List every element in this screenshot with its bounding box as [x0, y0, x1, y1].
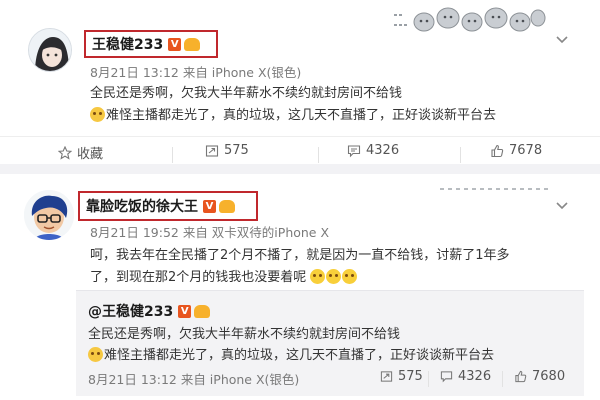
repost-text-line: 难怪主播都走光了，真的垃圾，这几天不直播了，正好谈谈新平台去 [104, 348, 495, 363]
post-text-line-with-emoji: 难怪主播都走光了，真的垃圾，这几天不直播了，正好谈谈新平台去 [90, 104, 496, 123]
username[interactable]: 王稳健233 [92, 34, 163, 54]
post-meta: 8月21日 13:12 来自 iPhone X(银色) [90, 65, 302, 80]
emoji-laugh-icon [326, 269, 342, 284]
repost-text-line: 全民还是秀啊，欠我大半年薪水不续约就封房间不给钱 [88, 327, 401, 342]
divider [428, 371, 429, 387]
post-card: 王稳健233 V 8月21日 13:12 来自 iPhone X(银色) 全民还… [0, 0, 600, 170]
username[interactable]: 靠脸吃饭的徐大王 [86, 196, 198, 216]
favorite-label: 收藏 [77, 147, 104, 162]
post-text-line-with-emoji: 了，到现在那2个月的钱我也没要着呢 [90, 266, 358, 285]
divider [318, 147, 319, 163]
repost-username[interactable]: @王稳健233 [88, 301, 173, 321]
divider [460, 147, 461, 163]
avatar[interactable] [28, 28, 72, 72]
divider [502, 371, 503, 387]
post-text-line: 了，到现在那2个月的钱我也没要着呢 [90, 270, 307, 285]
level-badge-icon [184, 37, 201, 51]
emoji-laugh-icon [310, 269, 326, 284]
verified-badge: V [168, 37, 182, 51]
level-badge-icon [194, 304, 211, 318]
more-chevron-icon[interactable] [555, 196, 569, 210]
repost-text-line-with-emoji: 难怪主播都走光了，真的垃圾，这几天不直播了，正好谈谈新平台去 [88, 344, 494, 363]
favorite-star-icon [58, 145, 72, 160]
like-button[interactable]: 7680 [514, 369, 565, 384]
comment-button[interactable]: 4326 [440, 369, 491, 384]
like-count: 7680 [532, 369, 566, 384]
post-meta: 8月21日 19:52 来自 双卡双待的iPhone X [90, 225, 330, 240]
reposted-post[interactable]: @王稳健233 V 全民还是秀啊，欠我大半年薪水不续约就封房间不给钱 难怪主播都… [76, 290, 584, 396]
divider [172, 147, 173, 163]
like-thumb-icon [515, 370, 527, 383]
header-decoration [440, 178, 552, 190]
weibo-screenshot: 王稳健233 V 8月21日 13:12 来自 iPhone X(银色) 全民还… [0, 0, 600, 400]
emoji-sad-icon [90, 107, 105, 122]
action-bar: 收藏 575 4326 7678 [0, 136, 600, 163]
emoji-sad-icon [88, 347, 103, 362]
repost-meta: 8月21日 13:12 来自 iPhone X(银色) [88, 372, 300, 387]
comment-button[interactable]: 4326 [347, 143, 399, 158]
post-text-line: 难怪主播都走光了，真的垃圾，这几天不直播了，正好谈谈新平台去 [106, 108, 497, 123]
repost-icon [205, 144, 219, 157]
verified-badge: V [203, 199, 216, 213]
repost-button[interactable]: 575 [380, 369, 423, 384]
verified-badge: V [178, 304, 192, 318]
post-text-line: 呵，我去年在全民播了2个月不播了，就是因为一直不给钱，讨薪了1年多 [90, 248, 510, 263]
like-button[interactable]: 7678 [490, 143, 542, 158]
avatar[interactable] [24, 190, 74, 240]
level-badge-icon [219, 199, 235, 213]
repost-username-row: @王稳健233 V [88, 301, 211, 321]
username-highlight: 靠脸吃饭的徐大王 V [78, 191, 258, 221]
feed-divider [0, 164, 600, 174]
favorite-button[interactable]: 收藏 [58, 143, 103, 162]
repost-icon [380, 371, 393, 382]
comment-icon [440, 371, 453, 383]
like-count: 7678 [509, 143, 543, 158]
comment-count: 4326 [366, 143, 400, 158]
comment-icon [347, 144, 361, 157]
comment-count: 4326 [458, 369, 492, 384]
emoji-laugh-icon [342, 269, 358, 284]
like-thumb-icon [491, 144, 504, 157]
username-highlight: 王稳健233 V [84, 30, 218, 58]
repost-button[interactable]: 575 [205, 143, 249, 158]
repost-count: 575 [398, 369, 423, 384]
header-decoration [392, 4, 546, 44]
post-text-line: 全民还是秀啊，欠我大半年薪水不续约就封房间不给钱 [90, 86, 403, 101]
more-chevron-icon[interactable] [555, 30, 569, 44]
repost-count: 575 [224, 143, 249, 158]
